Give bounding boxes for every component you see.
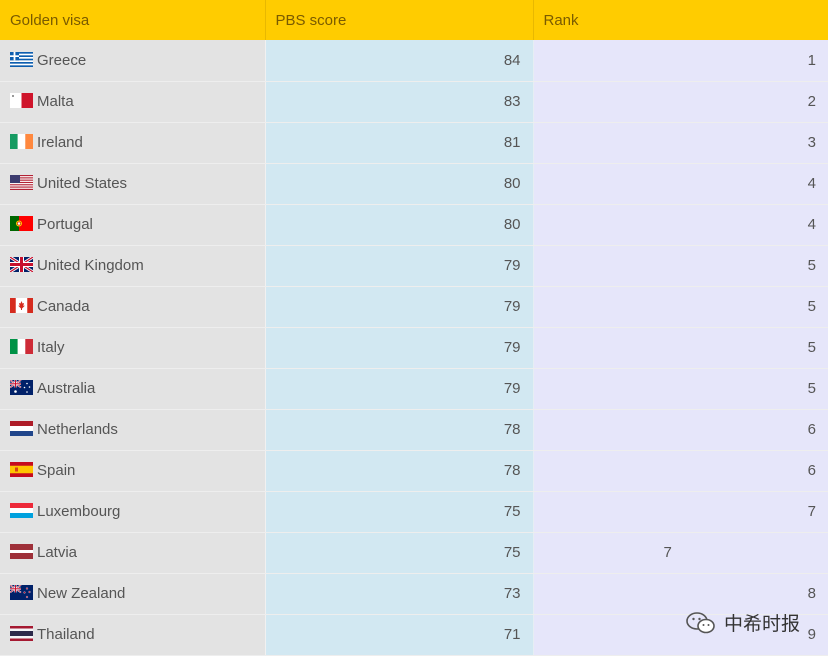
rank-cell: 3: [533, 122, 828, 164]
pbs-score-cell: 81: [265, 122, 534, 164]
country-cell-italy: Italy: [0, 327, 266, 369]
pbs-score-cell: 80: [265, 163, 534, 205]
table-row[interactable]: New Zealand 73 8: [0, 573, 828, 615]
country-cell-portugal: Portugal: [0, 204, 266, 246]
pbs-score-cell: 75: [265, 491, 534, 533]
rank-cell: 1: [533, 40, 828, 82]
rank-cell: 6: [533, 450, 828, 492]
wechat-icon: [686, 611, 715, 633]
watermark: 中希时报: [686, 609, 800, 636]
rank-cell: 5: [533, 327, 828, 369]
luxembourg-flag-icon: [10, 503, 33, 518]
country-name: Australia: [37, 380, 96, 397]
pbs-score-cell: 71: [265, 614, 534, 656]
country-cell-ireland: Ireland: [0, 122, 266, 164]
pbs-score-cell: 78: [265, 409, 534, 451]
table-header-row: Golden visa PBS score Rank: [0, 0, 828, 40]
thailand-flag-icon: [10, 626, 33, 641]
pbs-score-cell: 79: [265, 286, 534, 328]
table-row[interactable]: Luxembourg 75 7: [0, 491, 828, 533]
country-name: Italy: [37, 339, 65, 356]
italy-flag-icon: [10, 339, 33, 354]
country-cell-new-zealand: New Zealand: [0, 573, 266, 615]
country-name: Luxembourg: [37, 503, 121, 520]
table-row[interactable]: Ireland 81 3: [0, 122, 828, 164]
pbs-score-cell: 79: [265, 327, 534, 369]
table-row[interactable]: Netherlands 78 6: [0, 409, 828, 451]
table-row[interactable]: Italy 79 5: [0, 327, 828, 369]
pbs-score-cell: 80: [265, 204, 534, 246]
pbs-score-cell: 78: [265, 450, 534, 492]
table-row[interactable]: United Kingdom 79 5: [0, 245, 828, 287]
column-header-rank[interactable]: Rank: [533, 0, 828, 40]
table-row[interactable]: Malta 83 2: [0, 81, 828, 123]
newzealand-flag-icon: [10, 585, 33, 600]
table-row[interactable]: Portugal 80 4: [0, 204, 828, 246]
portugal-flag-icon: [10, 216, 33, 231]
country-name: Spain: [37, 462, 76, 479]
country-cell-thailand: Thailand: [0, 614, 266, 656]
table-row[interactable]: Greece 84 1: [0, 40, 828, 82]
country-name: Latvia: [37, 544, 78, 561]
rank-cell: 5: [533, 245, 828, 287]
pbs-score-cell: 75: [265, 532, 534, 574]
table-row[interactable]: Latvia 75 7: [0, 532, 828, 574]
country-cell-canada: Canada: [0, 286, 266, 328]
ireland-flag-icon: [10, 134, 33, 149]
country-cell-united-kingdom: United Kingdom: [0, 245, 266, 287]
country-name: Greece: [37, 51, 87, 69]
rank-cell: 7: [533, 491, 828, 533]
country-cell-australia: Australia: [0, 368, 266, 410]
country-name: United Kingdom: [37, 257, 144, 274]
country-cell-luxembourg: Luxembourg: [0, 491, 266, 533]
malta-flag-icon: [10, 93, 33, 108]
canada-flag-icon: [10, 298, 33, 313]
pbs-score-cell: 83: [265, 81, 534, 123]
rank-cell: 5: [533, 286, 828, 328]
country-name: Thailand: [37, 626, 95, 643]
spain-flag-icon: [10, 462, 33, 477]
column-header-pbs-score[interactable]: PBS score: [265, 0, 534, 40]
rank-cell: 2: [533, 81, 828, 123]
pbs-score-cell: 84: [265, 40, 534, 82]
table-row[interactable]: Spain 78 6: [0, 450, 828, 492]
country-name: Netherlands: [37, 421, 118, 438]
column-header-golden-visa[interactable]: Golden visa: [0, 0, 266, 40]
country-cell-greece: Greece: [0, 40, 266, 82]
rank-cell: 7: [533, 532, 828, 574]
rank-cell: 4: [533, 163, 828, 205]
country-name: Ireland: [37, 134, 83, 151]
table-row[interactable]: Canada 79 5: [0, 286, 828, 328]
watermark-text: 中希时报: [723, 614, 800, 635]
country-cell-malta: Malta: [0, 81, 266, 123]
country-cell-spain: Spain: [0, 450, 266, 492]
usa-flag-icon: [10, 175, 33, 190]
table-row[interactable]: Australia 79 5: [0, 368, 828, 410]
table-row[interactable]: United States 80 4: [0, 163, 828, 205]
greece-flag-icon: [10, 51, 33, 67]
country-cell-latvia: Latvia: [0, 532, 266, 574]
country-cell-netherlands: Netherlands: [0, 409, 266, 451]
country-name: Portugal: [37, 216, 93, 233]
latvia-flag-icon: [10, 544, 33, 559]
uk-flag-icon: [10, 257, 33, 272]
netherlands-flag-icon: [10, 421, 33, 436]
pbs-score-cell: 79: [265, 245, 534, 287]
country-name: Malta: [37, 93, 74, 110]
rank-cell: 8: [533, 573, 828, 615]
pbs-score-cell: 79: [265, 368, 534, 410]
country-name: Canada: [37, 298, 90, 315]
pbs-score-cell: 73: [265, 573, 534, 615]
rank-cell: 4: [533, 204, 828, 246]
golden-visa-table: Golden visa PBS score Rank Greece 84 1 Malt…: [0, 0, 828, 656]
australia-flag-icon: [10, 380, 33, 395]
country-name: New Zealand: [37, 585, 126, 602]
rank-cell: 5: [533, 368, 828, 410]
country-cell-united-states: United States: [0, 163, 266, 205]
rank-cell: 6: [533, 409, 828, 451]
country-name: United States: [37, 175, 128, 192]
